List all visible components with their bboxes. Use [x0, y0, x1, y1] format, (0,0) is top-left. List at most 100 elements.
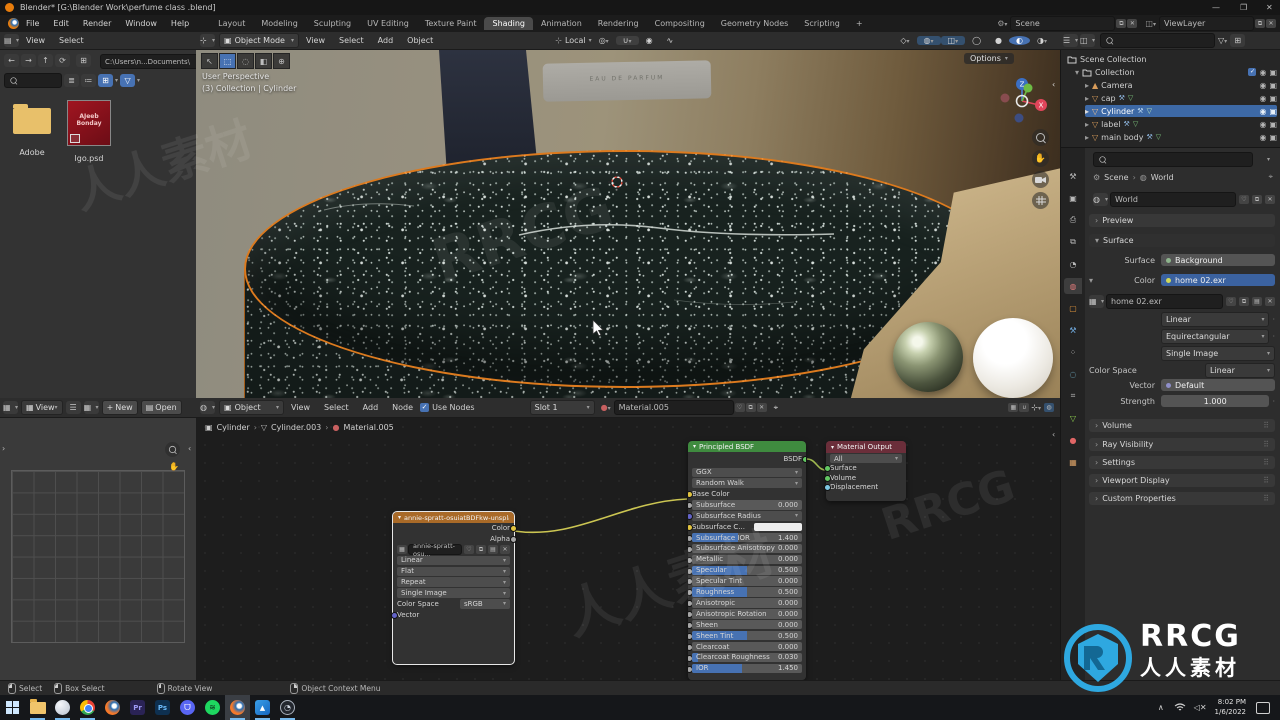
- viewport-menu-select[interactable]: Select: [332, 36, 371, 45]
- file-path-field[interactable]: C:\Users\n...Documents\: [100, 54, 200, 69]
- sheen-tint-slider[interactable]: Sheen Tint 0.500: [692, 630, 802, 641]
- subsurface-radius-dropdown[interactable]: Subsurface Radius ▾: [692, 511, 802, 521]
- section-settings[interactable]: › Settings ⠿: [1089, 456, 1275, 469]
- workspace-tab-scripting[interactable]: Scripting: [796, 17, 848, 30]
- disable-render-camera-icon[interactable]: ▣: [1269, 94, 1277, 103]
- surface-input-socket[interactable]: [823, 465, 831, 473]
- section-viewport-display[interactable]: › Viewport Display ⠿: [1089, 474, 1275, 487]
- workspace-tab-texture-paint[interactable]: Texture Paint: [417, 17, 485, 30]
- menu-render[interactable]: Render: [76, 19, 118, 28]
- image-node-header[interactable]: ▾ annie-spratt-osuiatBDFkw-unsplash.jpg: [393, 512, 514, 523]
- sidebar-collapse-arrow[interactable]: ‹: [1052, 80, 1055, 89]
- material-slot-dropdown[interactable]: Slot 1 ▾: [529, 400, 595, 415]
- clock[interactable]: 8:02 PM 1/6/2022: [1215, 698, 1246, 716]
- open-folder-icon[interactable]: ▤: [1252, 297, 1262, 306]
- alpha-output-socket[interactable]: [509, 535, 517, 543]
- subsurface-anisotropy-slider[interactable]: Subsurface Anisotropy 0.000: [692, 543, 802, 554]
- new-image-button[interactable]: + New: [101, 400, 138, 415]
- open-image-button[interactable]: ▤ Open: [140, 400, 182, 415]
- minimize-button[interactable]: —: [1212, 3, 1220, 12]
- xray-icon[interactable]: ◫▾: [940, 36, 966, 45]
- fake-user-shield-icon[interactable]: ♡: [734, 403, 745, 412]
- unlink-datablock-icon[interactable]: ✕: [1265, 297, 1275, 306]
- viewport-zoom-icon[interactable]: [1032, 129, 1049, 146]
- viewport-pan-hand-icon[interactable]: ✋: [1032, 150, 1049, 167]
- outliner-collection-row[interactable]: ▾ Collection ✓ ◉ ▣: [1075, 66, 1277, 78]
- source-dropdown[interactable]: Single Image ▾: [1161, 346, 1275, 361]
- hide-eye-icon[interactable]: ◉: [1259, 81, 1266, 90]
- unlink-datablock-icon[interactable]: ✕: [1265, 195, 1275, 204]
- animate-dot[interactable]: ·: [1272, 315, 1275, 324]
- subsurface-color-socket[interactable]: [688, 523, 693, 531]
- color-value-button[interactable]: home 02.exr: [1161, 274, 1275, 286]
- 3d-viewport[interactable]: EAU DE PARFUM ↖ ⬚ ◌ ◧ ⊕ User Perspective…: [196, 50, 1060, 398]
- tab-texture[interactable]: ▦: [1064, 454, 1082, 470]
- clearcoat-roughness-slider[interactable]: Clearcoat Roughness 0.030: [692, 652, 802, 663]
- chrome-icon[interactable]: [75, 695, 100, 720]
- start-button[interactable]: [0, 695, 25, 720]
- file-search-input[interactable]: [4, 73, 62, 88]
- blender-logo-icon[interactable]: [8, 18, 19, 29]
- pin-icon[interactable]: ⌖: [767, 403, 786, 413]
- viewport-menu-object[interactable]: Object: [400, 36, 440, 45]
- color-space-dropdown[interactable]: Linear ▾: [1205, 363, 1275, 378]
- hide-eye-icon[interactable]: ◉: [1259, 120, 1266, 129]
- slot-image-icon[interactable]: ▦: [1008, 403, 1019, 412]
- pivot-point-icon[interactable]: ◎▾: [592, 36, 616, 45]
- use-nodes-checkbox[interactable]: ✓ Use Nodes: [420, 403, 475, 412]
- select-lasso-tool-button[interactable]: ◧: [255, 53, 272, 69]
- overlay-toggle-icon[interactable]: ◍: [1044, 403, 1054, 412]
- unlink-icon[interactable]: ✕: [500, 545, 510, 555]
- extension-dropdown[interactable]: Repeat ▾: [397, 577, 510, 587]
- color-output-socket[interactable]: [509, 525, 517, 532]
- back-button[interactable]: ←: [4, 54, 19, 67]
- bsdf-output-socket[interactable]: [801, 456, 806, 463]
- display-size-dropdown[interactable]: ▾: [115, 77, 118, 84]
- principled-bsdf-node[interactable]: ▾ Principled BSDF BSDF GGX ▾ Random Walk ▾ …: [688, 441, 806, 680]
- ior-slider[interactable]: IOR 1.450: [692, 663, 802, 674]
- workspace-tab-shading[interactable]: Shading: [484, 17, 533, 30]
- menu-edit[interactable]: Edit: [46, 19, 76, 28]
- collection-checkbox[interactable]: ✓: [1248, 68, 1257, 76]
- add-workspace-button[interactable]: +: [848, 17, 871, 30]
- viewport-grid-icon[interactable]: [1032, 192, 1049, 209]
- fake-user-shield-icon[interactable]: ♡: [1239, 195, 1249, 204]
- properties-options-dropdown[interactable]: ▾: [1267, 156, 1270, 163]
- interpolation-dropdown[interactable]: Linear ▾: [1161, 312, 1270, 327]
- projection-dropdown[interactable]: Equirectangular ▾: [1161, 329, 1270, 344]
- editor-type-outliner-icon[interactable]: ☰ ▾: [1063, 34, 1078, 47]
- browse-image-icon[interactable]: ▦: [397, 545, 407, 555]
- workspace-tab-compositing[interactable]: Compositing: [647, 17, 713, 30]
- disable-render-camera-icon[interactable]: ▣: [1269, 133, 1277, 142]
- file-item-adobe[interactable]: Adobe: [10, 104, 54, 157]
- outliner-item-main-body[interactable]: ▸ ▽ main body ⚒ ▽ ◉ ▣: [1085, 131, 1277, 143]
- roughness-slider[interactable]: Roughness 0.500: [692, 587, 802, 597]
- expand-color-triangle[interactable]: ▾: [1089, 276, 1099, 285]
- material-output-header[interactable]: ▾ Material Output: [826, 441, 906, 453]
- cursor-tool-button[interactable]: ⊕: [273, 53, 290, 69]
- displacement-input-socket[interactable]: [823, 484, 831, 492]
- clearcoat-slider[interactable]: Clearcoat 0.000: [692, 641, 802, 652]
- image-texture-node[interactable]: ▾ annie-spratt-osuiatBDFkw-unsplash.jpg …: [390, 511, 517, 665]
- workspace-tab-uv-editing[interactable]: UV Editing: [359, 17, 417, 30]
- scene-selector[interactable]: Scene: [1010, 16, 1116, 31]
- new-viewlayer-icon[interactable]: ⧉: [1255, 19, 1265, 28]
- strength-slider[interactable]: 1.000: [1161, 395, 1270, 407]
- copy-datablock-icon[interactable]: ⧉: [1239, 297, 1249, 306]
- shading-material-preview-icon[interactable]: ◐: [1009, 36, 1030, 45]
- metallic-slider[interactable]: Metallic 0.000: [692, 554, 802, 565]
- panel-collapse-arrow[interactable]: ‹: [188, 444, 191, 453]
- workspace-tab-animation[interactable]: Animation: [533, 17, 590, 30]
- tab-render[interactable]: ▣: [1064, 190, 1082, 206]
- subsurface-ior-slider[interactable]: Subsurface IOR 1.400: [692, 532, 802, 543]
- blender-active-icon[interactable]: [225, 695, 250, 720]
- photoshop-icon[interactable]: Ps: [150, 695, 175, 720]
- browse-image-icon[interactable]: ▦ ▾: [1089, 295, 1104, 308]
- browse-material-icon[interactable]: ●▾: [601, 403, 611, 412]
- surface-value-button[interactable]: Background: [1161, 254, 1275, 266]
- material-output-node[interactable]: ▾ Material Output All ▾ Surface Volume Dis…: [823, 441, 906, 501]
- new-collection-icon[interactable]: ⊞: [1230, 34, 1246, 47]
- disable-render-camera-icon[interactable]: ▣: [1269, 107, 1277, 116]
- tab-output[interactable]: ⎙: [1064, 212, 1082, 228]
- section-ray-visibility[interactable]: › Ray Visibility ⠿: [1089, 438, 1275, 451]
